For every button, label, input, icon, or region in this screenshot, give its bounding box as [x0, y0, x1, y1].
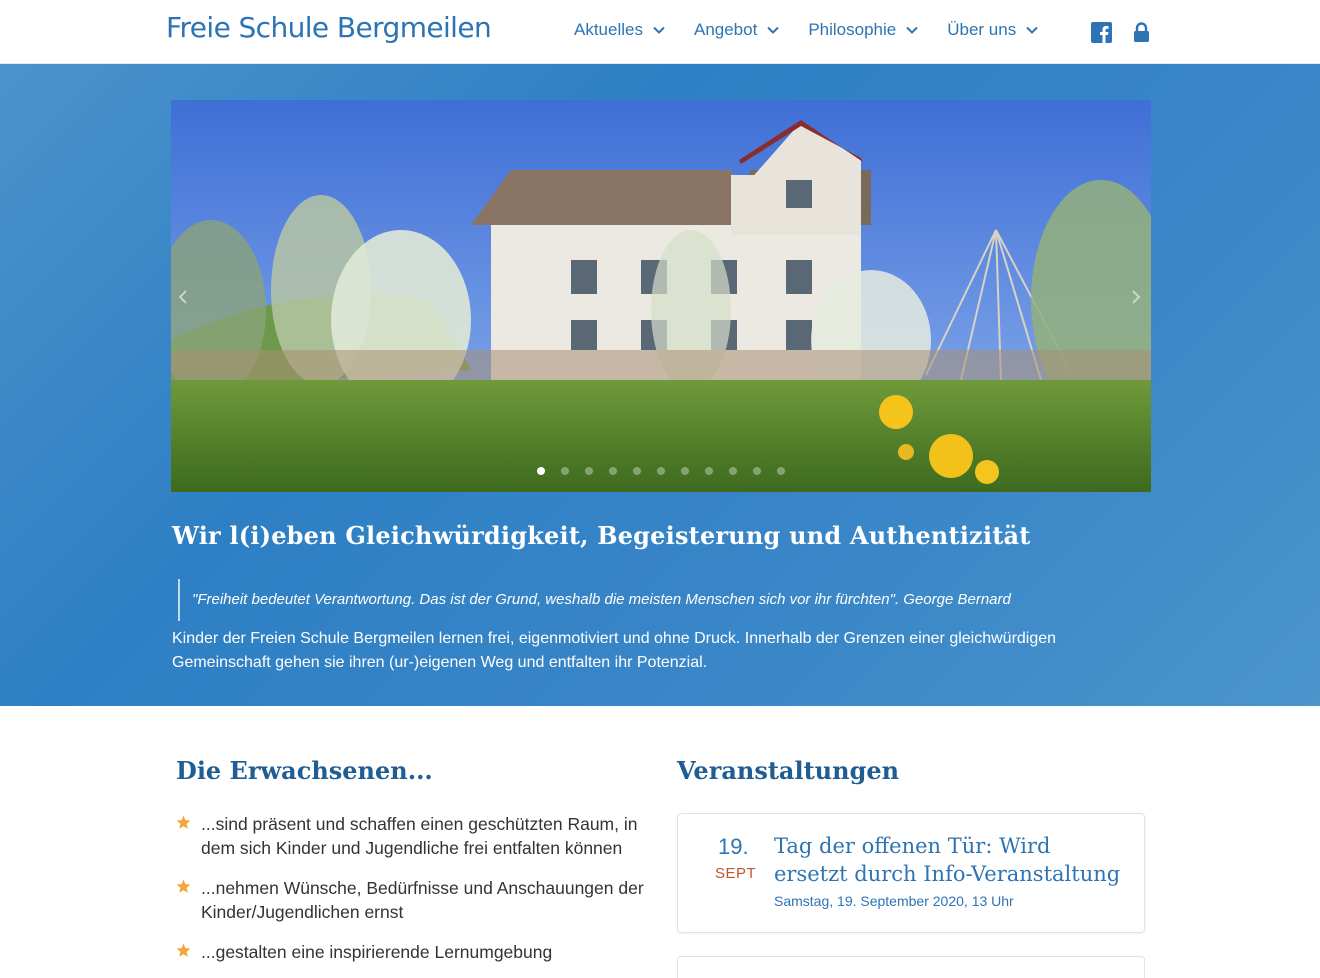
list-item-text: ...gestalten eine inspirierende Lernumge… — [201, 942, 553, 962]
slider-dot[interactable] — [585, 467, 593, 475]
slider-dot[interactable] — [705, 467, 713, 475]
list-item: ...gestalten eine inspirierende Lernumge… — [176, 940, 656, 964]
nav-item-ueber-uns[interactable]: Über uns — [947, 20, 1039, 40]
lock-icon[interactable] — [1133, 22, 1150, 42]
slider-dot[interactable] — [561, 467, 569, 475]
slider-pagination — [537, 467, 785, 475]
list-item-text: ...nehmen Wünsche, Bedürfnisse und Ansch… — [201, 878, 644, 922]
chevron-down-icon — [767, 26, 780, 34]
hero-title: Wir l(i)eben Gleichwürdigkeit, Begeister… — [172, 521, 1031, 550]
event-card[interactable]: 19. SEPT Tag der offenen Tür: Wird erset… — [677, 813, 1145, 933]
events-section-title: Veranstaltungen — [677, 756, 900, 785]
hero-quote: "Freiheit bedeutet Verantwortung. Das is… — [178, 579, 1011, 621]
slider-dot[interactable] — [753, 467, 761, 475]
slider-dot[interactable] — [681, 467, 689, 475]
slider-dot[interactable] — [777, 467, 785, 475]
slider-next-arrow-icon[interactable] — [1131, 289, 1141, 305]
adults-list: ...sind präsent und schaffen einen gesch… — [176, 812, 656, 978]
slider-dot[interactable] — [729, 467, 737, 475]
list-item: ...nehmen Wünsche, Bedürfnisse und Ansch… — [176, 876, 656, 924]
slider-dot[interactable] — [537, 467, 545, 475]
school-house-photo — [171, 100, 1151, 492]
event-card[interactable] — [677, 956, 1145, 978]
chevron-down-icon — [906, 26, 918, 34]
nav-item-label: Über uns — [947, 20, 1017, 39]
list-item-text: ...sind präsent und schaffen einen gesch… — [201, 814, 638, 858]
slider-dot[interactable] — [609, 467, 617, 475]
chevron-down-icon — [1026, 26, 1038, 34]
slider-dot[interactable] — [657, 467, 665, 475]
event-month: SEPT — [715, 865, 757, 882]
nav-item-philosophie[interactable]: Philosophie — [808, 20, 919, 40]
nav-item-label: Philosophie — [808, 20, 897, 39]
slider-prev-arrow-icon[interactable] — [178, 289, 188, 305]
nav-item-aktuelles[interactable]: Aktuelles — [574, 20, 666, 40]
image-slider[interactable] — [171, 100, 1151, 492]
nav-item-label: Aktuelles — [574, 20, 643, 39]
event-day: 19. — [718, 834, 749, 859]
star-icon — [176, 815, 191, 829]
facebook-icon[interactable] — [1091, 22, 1112, 43]
slider-dot[interactable] — [633, 467, 641, 475]
adults-section-title: Die Erwachsenen... — [176, 756, 433, 785]
chevron-down-icon — [653, 26, 665, 34]
event-date: Samstag, 19. September 2020, — [774, 893, 968, 909]
event-title-link[interactable]: Tag der offenen Tür: Wird ersetzt durch … — [774, 832, 1124, 888]
nav-item-label: Angebot — [693, 20, 758, 39]
event-time: 13 Uhr — [971, 893, 1014, 909]
list-item: ...sind präsent und schaffen einen gesch… — [176, 812, 656, 860]
main-nav: Aktuelles Angebot Philosophie Über uns — [574, 20, 1067, 40]
star-icon — [176, 879, 191, 893]
star-icon — [176, 943, 191, 957]
top-navbar: Freie Schule Bergmeilen Aktuelles Angebo… — [0, 0, 1320, 64]
event-meta: Samstag, 19. September 2020, 13 Uhr — [774, 893, 1014, 909]
nav-item-angebot[interactable]: Angebot — [694, 20, 780, 40]
hero-text: Kinder der Freien Schule Bergmeilen lern… — [172, 630, 1057, 671]
site-logo[interactable]: Freie Schule Bergmeilen — [166, 11, 492, 44]
